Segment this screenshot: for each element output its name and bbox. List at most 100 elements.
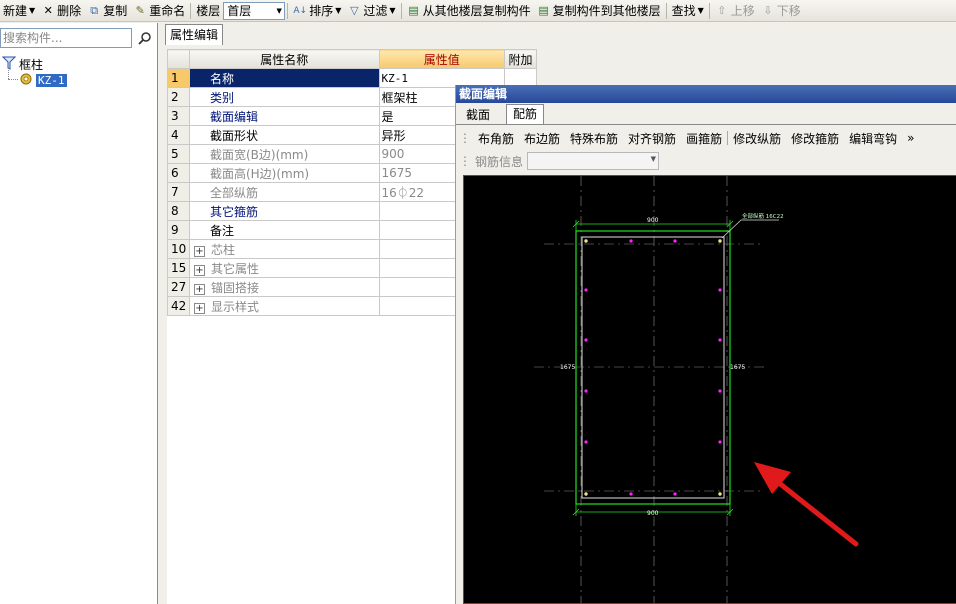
- rebar-toolbar: ⋮ 布角筋 布边筋 特殊布筋 对齐钢筋 画箍筋 修改纵筋 修改箍筋 编辑弯钩 »: [459, 128, 956, 148]
- row-number: 10: [167, 239, 190, 259]
- tab-rebar[interactable]: 配筋: [506, 104, 545, 125]
- sort-button[interactable]: A↓ 排序 ▼: [290, 1, 344, 21]
- edge-rebar: [718, 440, 722, 444]
- header-property-name[interactable]: 属性名称: [188, 49, 380, 69]
- copy-to-floor-button[interactable]: ▤ 复制构件到其他楼层: [534, 1, 664, 21]
- copy-to-floor-icon: ▤: [538, 3, 549, 17]
- arrow-down-icon: ⇩: [763, 3, 773, 17]
- copy-label: 复制: [103, 4, 128, 18]
- edge-rebar: [673, 239, 677, 243]
- tab-section[interactable]: 截面: [460, 106, 496, 125]
- row-number: 42: [167, 296, 190, 316]
- section-editor-tabs: 截面 配筋: [456, 104, 956, 125]
- rebar-info-label: 钢筋信息: [475, 154, 524, 169]
- property-name-text: 其它属性: [210, 261, 259, 276]
- header-corner: [167, 49, 190, 69]
- find-label: 查找: [671, 4, 696, 18]
- row-number: 7: [167, 182, 190, 202]
- property-name: 截面形状: [188, 125, 380, 145]
- dropdown-arrow-icon: ▼: [389, 6, 396, 15]
- row-number: 1: [167, 68, 190, 88]
- row-number: 8: [167, 201, 190, 221]
- dim-label-left: 1675: [560, 364, 575, 371]
- corner-rebar: [718, 239, 722, 243]
- row-number: 4: [167, 125, 190, 145]
- floor-label-text: 楼层: [196, 4, 221, 18]
- row-number: 27: [167, 277, 190, 297]
- row-number: 15: [167, 258, 190, 278]
- edge-rebar: [584, 288, 588, 292]
- edge-rebar: [584, 338, 588, 342]
- toolbar-separator: [190, 2, 192, 19]
- dropdown-arrow-icon: ▼: [335, 6, 342, 15]
- copy-from-floor-button[interactable]: ▤ 从其他楼层复制构件: [404, 1, 534, 21]
- property-name-text: 显示样式: [210, 299, 259, 314]
- rename-icon: ✎: [135, 3, 145, 17]
- toolbar-separator: [400, 2, 402, 19]
- tab-property-edit[interactable]: 属性编辑: [165, 24, 224, 45]
- property-name: 截面编辑: [188, 106, 380, 126]
- row-number: 5: [167, 144, 190, 164]
- new-label: 新建: [3, 4, 28, 18]
- tool-edit-hook[interactable]: 编辑弯钩: [844, 130, 902, 147]
- copy-button[interactable]: ⧉ 复制: [84, 1, 130, 21]
- property-name-text: 锚固搭接: [210, 280, 259, 295]
- move-up-button[interactable]: ⇧ 上移: [712, 1, 758, 21]
- toolbar-grip: ⋮: [459, 131, 471, 145]
- filter-button[interactable]: ▽ 过滤 ▼: [344, 1, 398, 21]
- move-down-button[interactable]: ⇩ 下移: [758, 1, 804, 21]
- move-down-label: 下移: [776, 4, 801, 18]
- arrow-up-icon: ⇧: [717, 3, 727, 17]
- corner-rebar: [718, 492, 722, 496]
- section-drawing-canvas[interactable]: 900 900 1675 1675 全部纵筋 16C22: [463, 175, 956, 604]
- stirrup-outline: [581, 236, 725, 499]
- edge-rebar: [629, 239, 633, 243]
- corner-rebar: [584, 492, 588, 496]
- filter-label: 过滤: [363, 4, 388, 18]
- header-property-value[interactable]: 属性值: [378, 49, 506, 69]
- property-name: + 显示样式: [188, 296, 380, 316]
- column-outline: [575, 230, 731, 505]
- delete-label: 删除: [57, 4, 82, 18]
- floor-select[interactable]: 首层 ▼: [223, 1, 286, 20]
- gear-component-icon: [19, 72, 33, 89]
- edge-rebar: [718, 288, 722, 292]
- expand-plus-icon[interactable]: +: [193, 283, 205, 295]
- tool-modify-stirrup[interactable]: 修改箍筋: [786, 130, 844, 147]
- property-name: + 芯柱: [188, 239, 380, 259]
- toolbar-overflow-chevron[interactable]: »: [902, 131, 919, 145]
- expand-plus-icon[interactable]: +: [193, 264, 205, 276]
- rebar-info-select[interactable]: ▼: [527, 152, 660, 170]
- sort-az-icon: A↓: [293, 5, 308, 16]
- find-button[interactable]: 查找 ▼: [669, 1, 707, 21]
- tool-align-rebar[interactable]: 对齐钢筋: [623, 130, 681, 147]
- tool-modify-longitudinal[interactable]: 修改纵筋: [728, 130, 786, 147]
- tool-draw-stirrup[interactable]: 画箍筋: [681, 130, 727, 147]
- property-name: 截面高(H边)(mm): [188, 163, 380, 183]
- component-tree-panel: 搜索构件... 框柱 KZ-1: [0, 23, 158, 604]
- header-extra[interactable]: 附加: [504, 49, 537, 69]
- delete-x-icon: ✕: [43, 3, 53, 17]
- table-header-row: 属性名称 属性值 附加: [167, 49, 537, 69]
- tool-corner-rebar[interactable]: 布角筋: [473, 130, 519, 147]
- toolbar-grip: ⋮: [459, 154, 471, 168]
- property-name: 类别: [188, 87, 380, 107]
- search-input[interactable]: 搜索构件...: [0, 28, 132, 48]
- rename-button[interactable]: ✎ 重命名: [130, 1, 188, 21]
- row-number: 2: [167, 87, 190, 107]
- row-number: 3: [167, 106, 190, 126]
- tree-root-label: 框柱: [19, 57, 44, 72]
- search-icon[interactable]: [135, 28, 155, 48]
- edge-rebar: [629, 492, 633, 496]
- row-number: 6: [167, 163, 190, 183]
- expand-plus-icon[interactable]: +: [193, 245, 205, 257]
- tree-item-kz1[interactable]: KZ-1: [19, 72, 67, 88]
- delete-button[interactable]: ✕ 删除: [38, 1, 84, 21]
- tool-edge-rebar[interactable]: 布边筋: [519, 130, 565, 147]
- new-button[interactable]: 新建 ▼: [0, 1, 38, 21]
- section-editor-panel: 截面编辑 截面 配筋 ⋮ 布角筋 布边筋 特殊布筋 对齐钢筋 画箍筋 修改纵筋 …: [455, 85, 956, 604]
- expand-plus-icon[interactable]: +: [193, 302, 205, 314]
- tool-special-rebar[interactable]: 特殊布筋: [565, 130, 623, 147]
- dropdown-arrow-icon: ▼: [29, 6, 36, 15]
- floor-select-value: 首层: [227, 4, 252, 18]
